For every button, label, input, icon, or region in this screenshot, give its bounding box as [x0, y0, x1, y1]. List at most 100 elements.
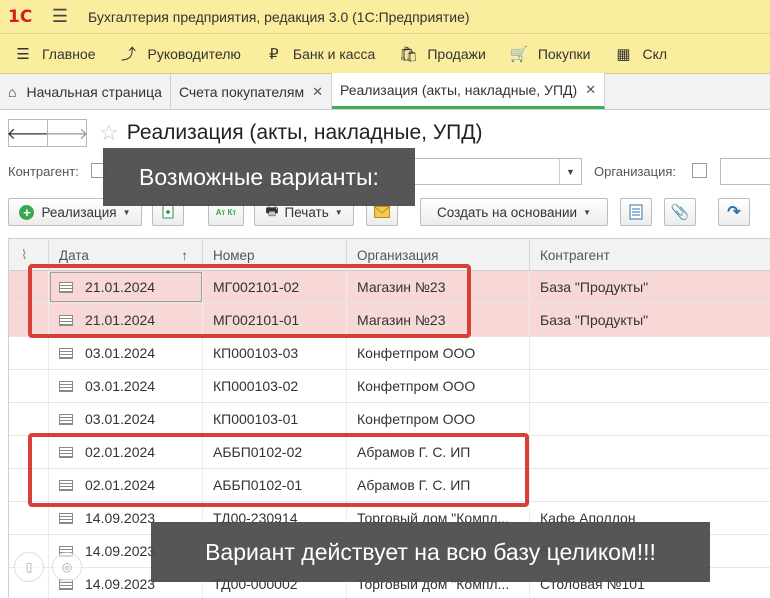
document-icon — [59, 413, 73, 425]
cell-contractor — [530, 403, 770, 435]
page-title: Реализация (акты, накладные, УПД) — [126, 121, 483, 144]
column-date-label: Дата — [59, 247, 89, 263]
forward-button[interactable]: 🡒 — [46, 119, 88, 147]
sections-bar: ☰ Главное ⤴ Руководителю ₽ Банк и касса 🛍 Прода… — [0, 34, 770, 74]
tab-label: Начальная страница — [26, 83, 162, 100]
create-based-label: Создать на основании — [437, 204, 578, 220]
cell-contractor: База "Продукты" — [530, 271, 770, 303]
create-based-on-button[interactable]: Создать на основании ▼ — [420, 198, 608, 226]
close-icon[interactable]: ✕ — [312, 84, 323, 100]
open-windows-tabs: ⌂ Начальная страница Счета покупателям ✕ Реа… — [0, 73, 770, 110]
cell-contractor: База "Продукты" — [530, 304, 770, 336]
add-document-icon — [162, 204, 174, 219]
attach-files-button[interactable]: 📎 — [664, 198, 696, 226]
column-organization-label: Организация — [357, 247, 439, 263]
cell-text: Конфетпром ООО — [357, 411, 476, 427]
cell-text: 14.09.2023 — [85, 576, 156, 592]
highlight-box-store — [28, 264, 471, 338]
title-bar: 1С ☰ Бухгалтерия предприятия, редакция 3… — [0, 0, 770, 34]
refresh-icon: ↷ — [727, 204, 741, 221]
create-label: Реализация — [41, 204, 117, 220]
floating-buttons: ▯ ◎ — [14, 552, 84, 586]
section-label: Скл — [642, 45, 668, 62]
tab-2[interactable]: Реализация (акты, накладные, УПД) ✕ — [332, 73, 606, 109]
counterparty-label: Контрагент: — [8, 164, 79, 179]
close-icon[interactable]: ✕ — [585, 82, 596, 98]
organization-field[interactable] — [720, 158, 770, 185]
cell-text: Конфетпром ООО — [357, 345, 476, 361]
document-icon — [59, 380, 73, 392]
tab-label: Реализация (акты, накладные, УПД) — [340, 81, 578, 98]
structure-button[interactable] — [620, 198, 652, 226]
structure-icon — [629, 204, 643, 220]
document-icon — [59, 512, 73, 524]
organization-label: Организация: — [594, 164, 677, 179]
refresh-button[interactable]: ↷ — [718, 198, 750, 226]
section-0[interactable]: ☰ Главное — [12, 45, 96, 63]
section-5[interactable]: ▦ Скл — [612, 45, 667, 63]
tab-label: Счета покупателям — [178, 83, 305, 100]
cell-org: Конфетпром ООО — [347, 403, 530, 435]
cell-contractor — [530, 337, 770, 369]
section-1[interactable]: ⤴ Руководителю — [118, 43, 241, 64]
caption-possible-options: Возможные варианты: — [103, 148, 415, 206]
section-label: Главное — [42, 45, 96, 62]
menu-icon: ☰ — [16, 45, 30, 63]
cell-number: КП000103-02 — [203, 370, 347, 402]
section-3[interactable]: 🛍 Продажи — [397, 45, 486, 63]
organization-checkbox[interactable] — [692, 163, 707, 178]
ruble-icon: ₽ — [269, 45, 279, 63]
grid-icon: ▦ — [616, 45, 631, 63]
sort-arrow-icon: ↑ — [181, 247, 188, 263]
favorite-star-icon[interactable]: ☆ — [99, 120, 119, 146]
section-2[interactable]: ₽ Банк и касса — [263, 45, 375, 63]
column-number-label: Номер — [213, 247, 255, 263]
back-button[interactable]: 🡐 — [7, 119, 49, 147]
chevron-down-icon: ▼ — [334, 207, 343, 217]
column-contractor[interactable]: Контрагент — [530, 239, 770, 271]
main-menu-icon[interactable]: ☰ — [44, 6, 76, 27]
cell-text: База "Продукты" — [540, 312, 649, 328]
section-label: Руководителю — [147, 45, 241, 62]
cell-attachment — [9, 337, 49, 369]
cell-text: 14.09.2023 — [85, 543, 156, 559]
bookmark-icon[interactable]: ▯ — [14, 552, 44, 582]
dt-kt-icon: Ат Кт — [215, 207, 237, 217]
section-4[interactable]: 🛒 Покупки — [508, 45, 591, 63]
form-header: 🡐 🡒 ☆ Реализация (акты, накладные, УПД) — [7, 118, 483, 148]
table-row[interactable]: 03.01.2024 КП000103-03 Конфетпром ООО — [9, 337, 770, 370]
cell-text: КП000103-03 — [213, 345, 299, 361]
tab-0[interactable]: ⌂ Начальная страница — [0, 74, 171, 109]
app-logo: 1С — [8, 6, 33, 27]
cell-text: 03.01.2024 — [85, 378, 156, 394]
cell-text: База "Продукты" — [540, 279, 649, 295]
paperclip-icon: 📎 — [670, 204, 690, 221]
print-label: Печать — [284, 204, 329, 220]
cell-contractor — [530, 436, 770, 468]
cell-text: КП000103-02 — [213, 378, 299, 394]
cell-org: Конфетпром ООО — [347, 337, 530, 369]
section-label: Продажи — [427, 45, 486, 62]
cell-date: 03.01.2024 — [49, 403, 203, 435]
cell-contractor — [530, 469, 770, 501]
lens-icon[interactable]: ◎ — [52, 552, 82, 582]
cell-number: КП000103-03 — [203, 337, 347, 369]
cell-contractor — [530, 370, 770, 402]
cell-text: Конфетпром ООО — [357, 378, 476, 394]
bag-icon: 🛍 — [398, 45, 418, 63]
table-row[interactable]: 03.01.2024 КП000103-02 Конфетпром ООО — [9, 370, 770, 403]
cell-text: 03.01.2024 — [85, 345, 156, 361]
column-contractor-label: Контрагент — [540, 247, 610, 263]
cell-text: 03.01.2024 — [85, 411, 156, 427]
chevron-down-icon[interactable]: ▼ — [559, 159, 581, 184]
home-icon: ⌂ — [8, 83, 17, 100]
caption-whole-database: Вариант действует на всю базу целиком!!! — [151, 522, 710, 582]
table-row[interactable]: 03.01.2024 КП000103-01 Конфетпром ООО — [9, 403, 770, 436]
cell-date: 03.01.2024 — [49, 337, 203, 369]
tab-1[interactable]: Счета покупателям ✕ — [171, 74, 333, 109]
section-label: Покупки — [537, 45, 591, 62]
cell-attachment — [9, 403, 49, 435]
chevron-down-icon: ▼ — [122, 207, 131, 217]
chevron-down-icon: ▼ — [583, 207, 591, 217]
cell-number: КП000103-01 — [203, 403, 347, 435]
